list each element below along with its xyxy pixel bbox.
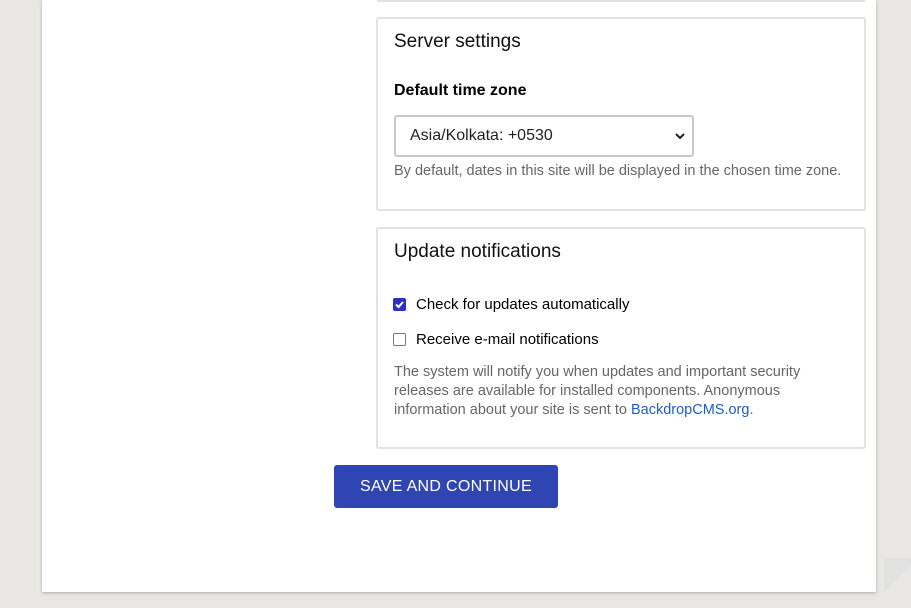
update-notifications-panel: Update notifications Check for updates a… [376, 227, 866, 449]
page-fold-corner [884, 558, 911, 592]
backdropcms-link[interactable]: BackdropCMS.org [631, 402, 749, 418]
check-updates-row[interactable]: Check for updates automatically [393, 296, 629, 313]
save-and-continue-button[interactable]: SAVE AND CONTINUE [334, 465, 558, 508]
server-settings-panel: Server settings Default time zone Asia/K… [376, 17, 866, 211]
email-notifications-row[interactable]: Receive e-mail notifications [393, 331, 599, 348]
update-description-suffix: . [749, 402, 754, 418]
timezone-description: By default, dates in this site will be d… [394, 163, 842, 179]
server-settings-legend: Server settings [394, 31, 521, 52]
timezone-select[interactable]: Asia/Kolkata: +0530 [394, 115, 694, 157]
email-notifications-label[interactable]: Receive e-mail notifications [416, 331, 599, 348]
update-notifications-legend: Update notifications [394, 241, 561, 262]
chevron-down-icon [675, 133, 685, 140]
check-updates-label[interactable]: Check for updates automatically [416, 296, 629, 313]
previous-section-divider [377, 0, 865, 2]
timezone-select-value: Asia/Kolkata: +0530 [410, 127, 553, 144]
check-updates-checkbox[interactable] [393, 298, 406, 311]
checkmark-icon [395, 301, 404, 309]
email-notifications-checkbox[interactable] [393, 333, 406, 346]
update-description: The system will notify you when updates … [394, 363, 834, 420]
timezone-label: Default time zone [394, 82, 527, 99]
